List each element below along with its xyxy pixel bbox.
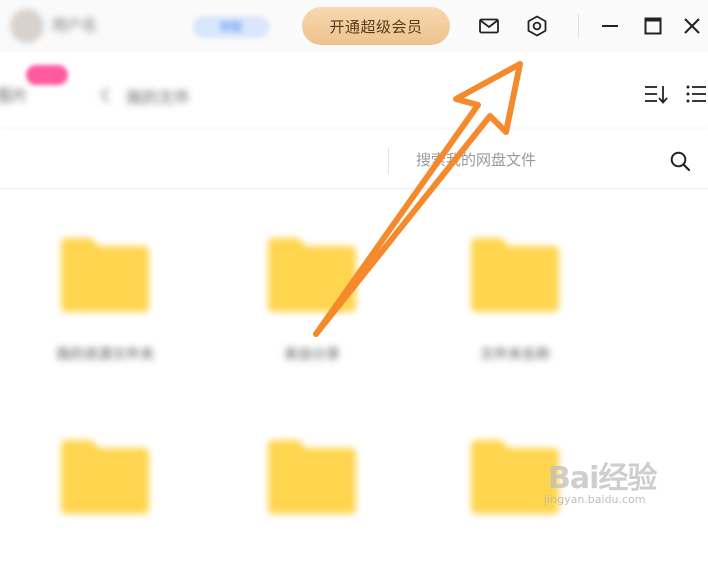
tab-left[interactable]: 图片 <box>0 82 28 106</box>
search-divider <box>388 148 389 174</box>
folder-icon <box>268 440 356 514</box>
folder-icon <box>61 238 149 312</box>
folder-item[interactable] <box>227 436 397 586</box>
breadcrumb-label: 我的文件 <box>126 88 191 107</box>
search-icon[interactable] <box>667 148 693 174</box>
folder-item[interactable] <box>20 436 190 586</box>
folder-name: 文件夹名称 <box>480 347 550 363</box>
search-input[interactable] <box>400 146 676 174</box>
maximize-icon[interactable] <box>639 12 667 40</box>
new-badge <box>26 65 68 85</box>
folder-item[interactable]: 来自分享 <box>227 234 397 384</box>
titlebar-separator <box>578 14 579 38</box>
minimize-icon[interactable] <box>596 12 624 40</box>
watermark: Bai经验 jingyan.baidu.com <box>540 447 700 517</box>
title-bar: 用户名 领取 开通超级会员 <box>0 0 708 52</box>
blurred-promo-button[interactable]: 领取 <box>193 16 269 38</box>
content-divider <box>0 188 708 189</box>
watermark-brand: Bai经验 <box>548 461 657 496</box>
folder-item[interactable]: 我的资源文件夹 <box>20 234 190 384</box>
folder-name: 我的资源文件夹 <box>56 347 154 363</box>
list-view-icon[interactable] <box>682 80 708 108</box>
mail-icon[interactable] <box>475 12 503 40</box>
user-name[interactable]: 用户名 <box>52 14 97 35</box>
folder-icon <box>61 440 149 514</box>
close-icon[interactable] <box>678 12 706 40</box>
vip-button[interactable]: 开通超级会员 <box>302 7 450 45</box>
settings-icon[interactable] <box>523 12 551 40</box>
sort-icon[interactable] <box>642 80 670 108</box>
folder-name: 来自分享 <box>284 347 340 363</box>
folder-item[interactable]: 文件夹名称 <box>430 234 600 384</box>
folder-icon <box>268 238 356 312</box>
avatar[interactable] <box>10 9 44 43</box>
blurred-promo-label: 领取 <box>218 20 243 34</box>
watermark-url: jingyan.baidu.com <box>544 493 646 506</box>
toolbar-divider <box>0 128 708 129</box>
breadcrumb[interactable]: 我的文件 <box>96 84 206 107</box>
folder-icon <box>471 238 559 312</box>
